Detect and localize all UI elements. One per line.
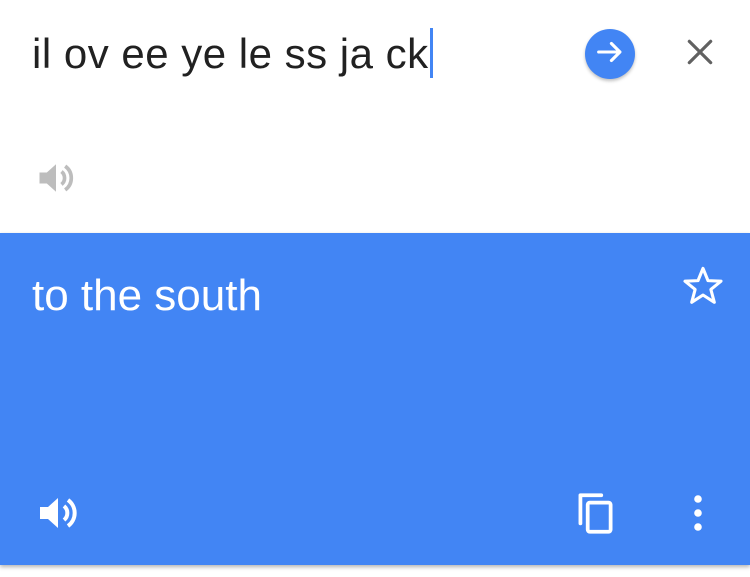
source-text: il ov ee ye le ss ja ck bbox=[32, 30, 429, 77]
text-caret bbox=[429, 28, 433, 78]
translation-card: to the south bbox=[0, 233, 750, 565]
input-panel: il ov ee ye le ss ja ck bbox=[0, 0, 750, 233]
listen-source-button[interactable] bbox=[34, 156, 78, 200]
translate-go-button[interactable] bbox=[585, 29, 635, 79]
translated-text: to the south bbox=[32, 271, 262, 320]
close-icon bbox=[684, 36, 716, 73]
clear-input-button[interactable] bbox=[680, 34, 720, 74]
copy-translation-button[interactable] bbox=[570, 487, 620, 539]
speaker-icon bbox=[34, 498, 82, 541]
source-text-input[interactable]: il ov ee ye le ss ja ck bbox=[32, 28, 433, 80]
save-phrase-button[interactable] bbox=[680, 263, 726, 309]
star-outline-icon bbox=[680, 266, 726, 313]
copy-icon bbox=[570, 493, 620, 543]
more-vert-icon bbox=[680, 495, 716, 541]
more-options-button[interactable] bbox=[680, 489, 716, 537]
speaker-icon bbox=[34, 164, 78, 204]
arrow-right-icon bbox=[593, 35, 627, 74]
listen-translation-button[interactable] bbox=[34, 489, 82, 537]
